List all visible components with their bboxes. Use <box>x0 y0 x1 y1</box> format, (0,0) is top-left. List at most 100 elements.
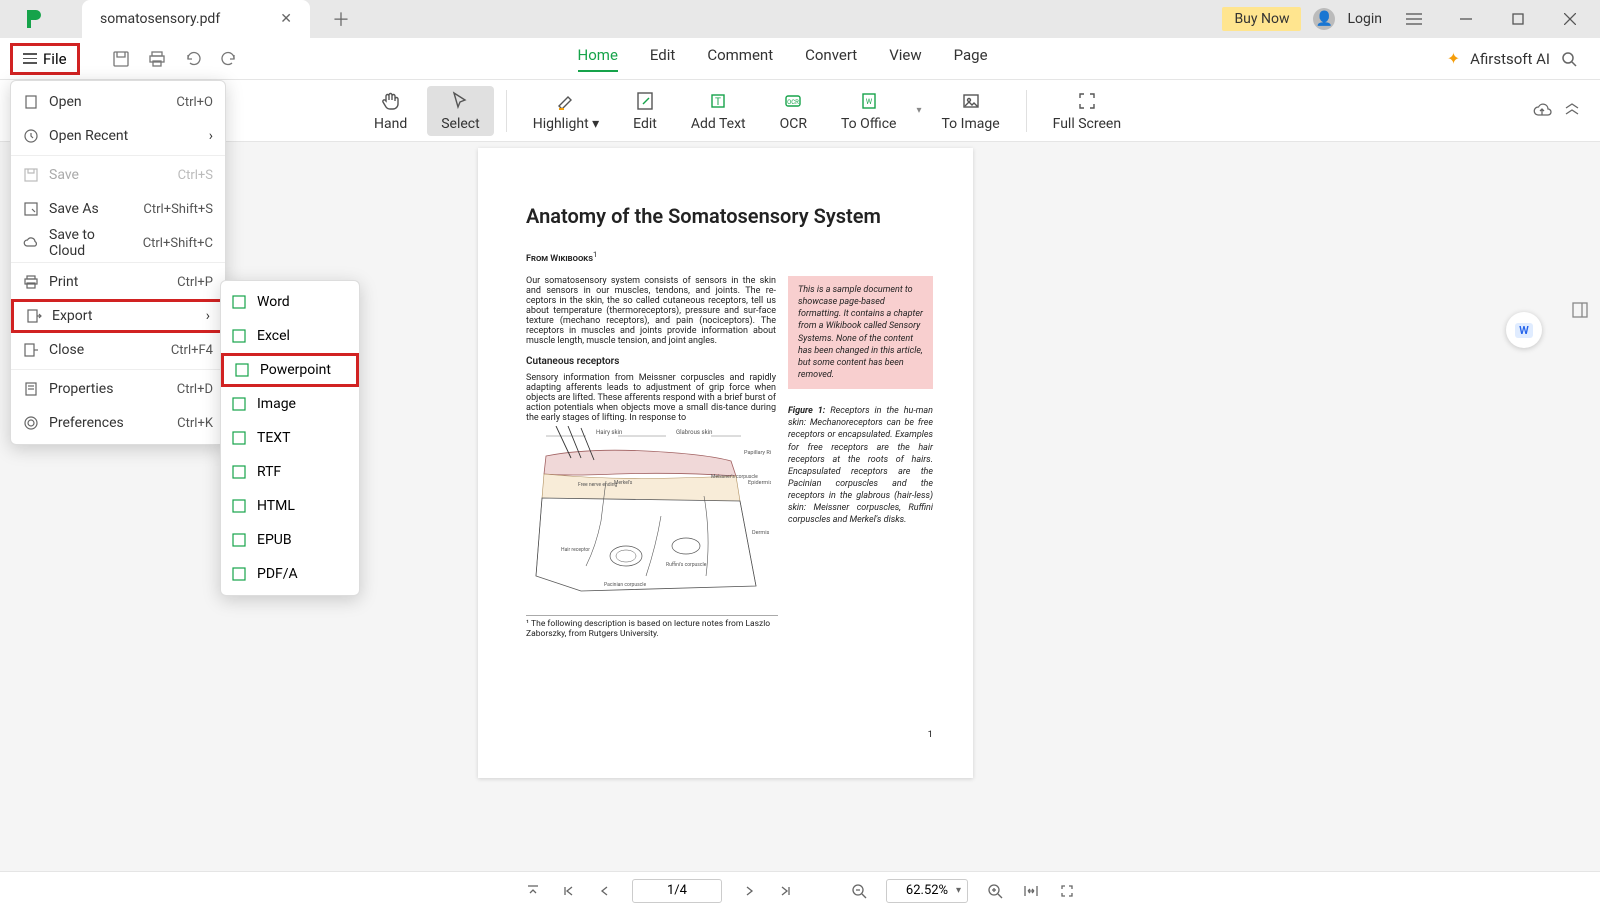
page-counter[interactable]: 1/4 <box>632 879 722 903</box>
export-pdfa[interactable]: PDF/A <box>221 557 359 591</box>
ribbon: Hand Select Highlight ▾ Edit T Add Text … <box>0 80 1600 142</box>
tab-edit[interactable]: Edit <box>650 46 675 72</box>
zoom-out-icon[interactable] <box>850 882 868 900</box>
menu-open[interactable]: OpenCtrl+O <box>11 85 225 119</box>
fit-page-icon[interactable] <box>1058 882 1076 900</box>
export-epub[interactable]: EPUB <box>221 523 359 557</box>
menu-print[interactable]: PrintCtrl+P <box>11 265 225 299</box>
hand-icon <box>380 90 402 112</box>
page-source: From Wikibooks1 <box>526 250 933 264</box>
svg-text:T: T <box>715 97 721 108</box>
skin-figure: Hairy skin Glabrous skin <box>526 426 771 603</box>
edit-page-icon <box>634 90 656 112</box>
image-file-icon <box>231 396 247 412</box>
page-title: Anatomy of the Somatosensory System <box>526 204 933 228</box>
menu-save: SaveCtrl+S <box>11 158 225 192</box>
tab-page[interactable]: Page <box>954 46 988 72</box>
document-tab[interactable]: somatosensory.pdf ✕ <box>82 0 310 38</box>
first-page-icon[interactable] <box>560 882 578 900</box>
side-panel-toggle[interactable] <box>1570 300 1590 320</box>
last-page-icon[interactable] <box>776 882 794 900</box>
tooffice-tool[interactable]: W To Office <box>827 86 910 136</box>
hamburger-icon <box>23 53 37 64</box>
ai-sparkle-icon: ✦ <box>1447 49 1460 68</box>
excel-icon <box>231 328 247 344</box>
tab-home[interactable]: Home <box>578 46 618 72</box>
export-icon <box>26 308 42 324</box>
hand-label: Hand <box>374 116 407 132</box>
zoom-in-icon[interactable] <box>986 882 1004 900</box>
export-word[interactable]: Word <box>221 285 359 319</box>
buy-now-button[interactable]: Buy Now <box>1222 7 1301 31</box>
app-logo <box>16 6 50 32</box>
tab-close-button[interactable]: ✕ <box>280 11 292 27</box>
tab-comment[interactable]: Comment <box>707 46 773 72</box>
cloud-upload-icon[interactable] <box>1532 101 1552 121</box>
menubar: File Home Edit Comment Convert View Page… <box>0 38 1600 80</box>
toimage-label: To Image <box>942 116 1000 132</box>
print-icon[interactable] <box>148 50 166 68</box>
menu-preferences[interactable]: PreferencesCtrl+K <box>11 406 225 440</box>
prev-page-icon[interactable] <box>596 882 614 900</box>
addtext-label: Add Text <box>691 116 746 132</box>
svg-text:Epidermis: Epidermis <box>748 480 771 486</box>
toimage-tool[interactable]: To Image <box>928 86 1014 136</box>
svg-text:OCR: OCR <box>787 99 799 106</box>
open-icon <box>23 94 39 110</box>
export-html[interactable]: HTML <box>221 489 359 523</box>
file-menu-button[interactable]: File <box>10 43 80 75</box>
scroll-top-icon[interactable] <box>524 882 542 900</box>
ocr-tool[interactable]: OCR OCR <box>766 86 821 136</box>
menu-close[interactable]: CloseCtrl+F4 <box>11 333 225 367</box>
close-button[interactable] <box>1550 0 1590 38</box>
chevron-right-icon: › <box>206 308 210 324</box>
collapse-ribbon-icon[interactable] <box>1562 101 1582 121</box>
close-doc-icon <box>23 342 39 358</box>
tab-view[interactable]: View <box>889 46 921 72</box>
edit-tool[interactable]: Edit <box>619 86 671 136</box>
export-image[interactable]: Image <box>221 387 359 421</box>
menu-open-recent[interactable]: Open Recent› <box>11 119 225 153</box>
zoom-level[interactable]: 62.52%▾ <box>886 879 968 903</box>
export-powerpoint[interactable]: Powerpoint <box>221 353 359 387</box>
select-tool[interactable]: Select <box>427 86 493 136</box>
search-icon[interactable] <box>1560 50 1578 68</box>
export-text[interactable]: TEXT <box>221 421 359 455</box>
quick-access-toolbar <box>112 50 238 68</box>
html-icon <box>231 498 247 514</box>
word-convert-badge[interactable]: W <box>1506 312 1542 348</box>
user-avatar-icon[interactable]: 👤 <box>1313 8 1335 30</box>
hand-tool[interactable]: Hand <box>360 86 421 136</box>
menu-properties[interactable]: PropertiesCtrl+D <box>11 372 225 406</box>
menu-button[interactable] <box>1394 0 1434 38</box>
addtext-tool[interactable]: T Add Text <box>677 86 760 136</box>
ocr-icon: OCR <box>782 90 804 112</box>
ai-label[interactable]: Afirstsoft AI <box>1470 50 1550 68</box>
next-page-icon[interactable] <box>740 882 758 900</box>
export-submenu: Word Excel Powerpoint Image TEXT RTF HTM… <box>220 280 360 596</box>
edit-label: Edit <box>633 116 657 132</box>
save-icon[interactable] <box>112 50 130 68</box>
main-tabs: Home Edit Comment Convert View Page <box>578 46 988 72</box>
tab-convert[interactable]: Convert <box>805 46 857 72</box>
redo-icon[interactable] <box>220 50 238 68</box>
fullscreen-tool[interactable]: Full Screen <box>1039 86 1135 136</box>
highlight-tool[interactable]: Highlight ▾ <box>519 86 613 136</box>
login-button[interactable]: Login <box>1347 11 1382 27</box>
print-icon <box>23 274 39 290</box>
maximize-button[interactable] <box>1498 0 1538 38</box>
clock-icon <box>23 128 39 144</box>
export-excel[interactable]: Excel <box>221 319 359 353</box>
menu-export[interactable]: Export› <box>11 299 225 333</box>
undo-icon[interactable] <box>184 50 202 68</box>
menu-save-cloud[interactable]: Save to CloudCtrl+Shift+C <box>11 226 225 260</box>
minimize-button[interactable] <box>1446 0 1486 38</box>
tooffice-dropdown[interactable]: ▾ <box>916 105 921 116</box>
export-rtf[interactable]: RTF <box>221 455 359 489</box>
save-icon <box>23 167 39 183</box>
fit-width-icon[interactable] <box>1022 882 1040 900</box>
menu-save-as[interactable]: Save AsCtrl+Shift+S <box>11 192 225 226</box>
addtext-icon: T <box>707 90 729 112</box>
new-tab-button[interactable]: ＋ <box>332 6 350 32</box>
paragraph-2: Sensory information from Meissner corpus… <box>526 373 776 423</box>
